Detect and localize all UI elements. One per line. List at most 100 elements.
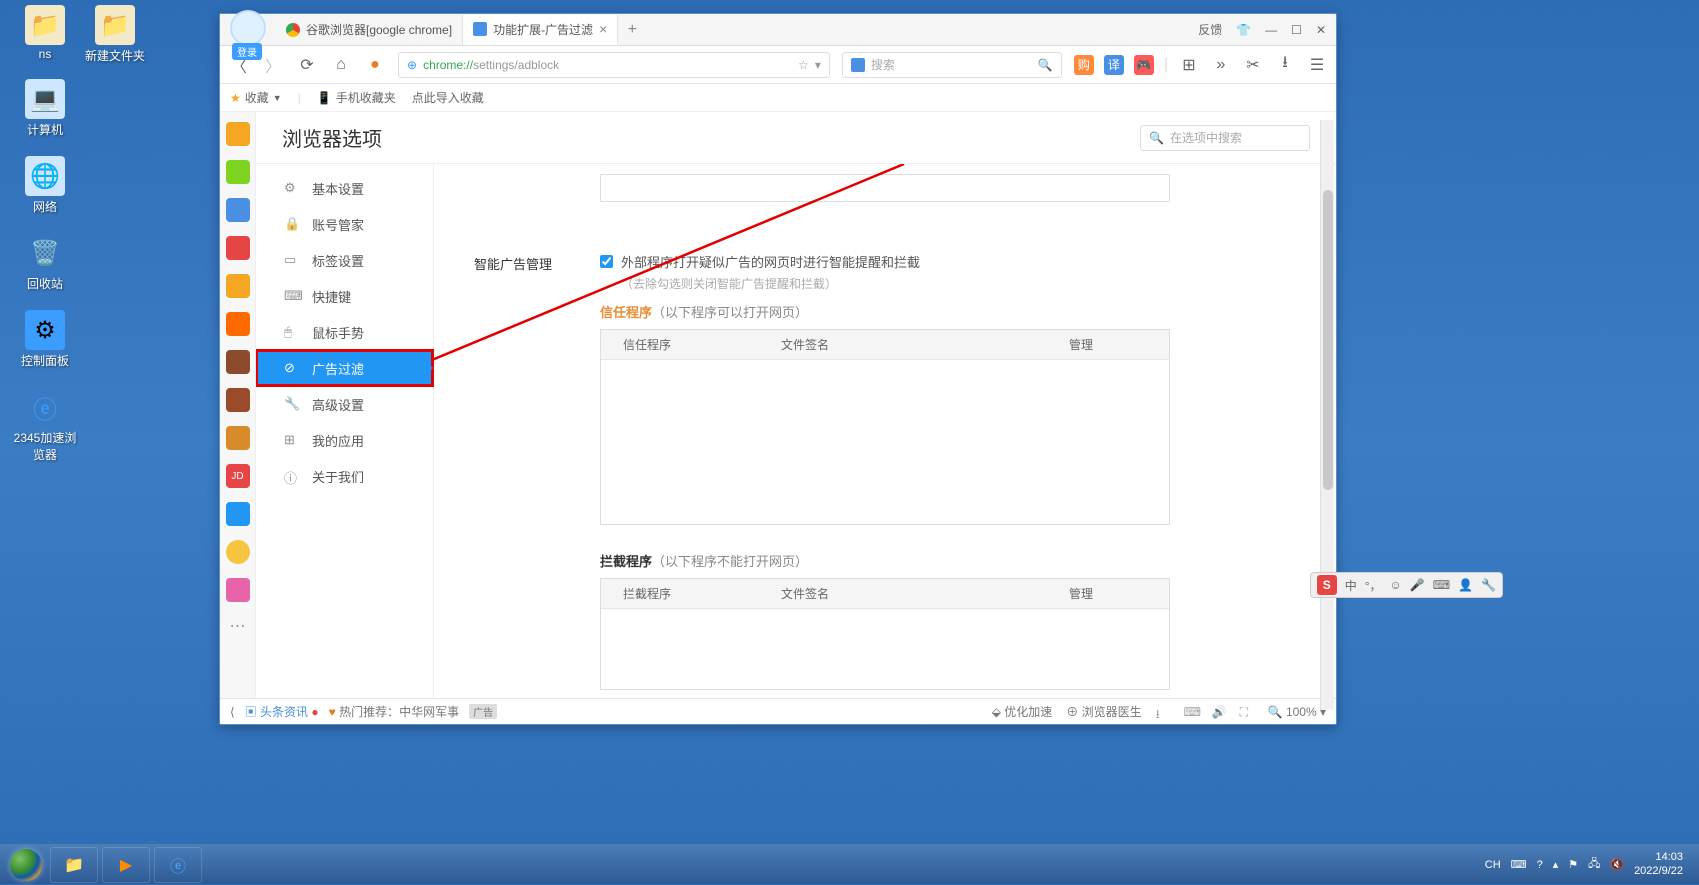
mobile-favorites[interactable]: 📱手机收藏夹 [317,89,396,106]
fullscreen-status-icon[interactable]: ⛶ [1240,705,1254,719]
empty-input-box[interactable] [600,174,1170,202]
home-button[interactable]: ⌂ [330,54,352,76]
address-bar[interactable]: ⊕ chrome://settings/adblock ☆ ▾ [398,52,830,78]
tray-lang[interactable]: CH [1485,859,1501,871]
search-box[interactable]: 搜索 🔍 [842,52,1062,78]
tab-chrome[interactable]: 谷歌浏览器[google chrome] [276,15,463,45]
close-tab-icon[interactable]: × [599,21,607,37]
optimize-button[interactable]: ⬙ 优化加速 [992,703,1053,720]
close-window-button[interactable]: ✕ [1316,23,1326,37]
feedback-link[interactable]: 反馈 [1198,21,1222,38]
nav-advanced-settings[interactable]: 🔧高级设置 [256,386,433,422]
desktop-icon-control-panel[interactable]: ⚙控制面板 [10,310,80,369]
sidebar-taobao-icon[interactable] [226,312,250,336]
nav-about[interactable]: ⓘ关于我们 [256,458,433,494]
vertical-scrollbar[interactable] [1320,120,1334,710]
sogou-logo-icon: S [1317,575,1337,595]
sidebar-toutiao-icon[interactable] [226,236,250,260]
skin-icon[interactable]: 👕 [1236,23,1251,37]
star-icon[interactable]: ☆ [798,58,809,72]
trust-programs-table: 信任程序 文件签名 管理 [600,329,1170,525]
settings-search-input[interactable]: 🔍 在选项中搜索 [1140,125,1310,151]
sidebar-game2-icon[interactable] [226,426,250,450]
download-status-icon[interactable]: ⭳ [1156,705,1170,719]
sidebar-clock-icon[interactable] [226,160,250,184]
taskbar-media-player[interactable]: ▶ [102,847,150,883]
game-icon[interactable]: 🎮 [1134,55,1154,75]
desktop-icon-network[interactable]: 🌐网络 [10,156,80,215]
menu-icon[interactable]: ☰ [1306,54,1328,76]
sound-status-icon[interactable]: 🔊 [1212,705,1226,719]
taskbar-explorer[interactable]: 📁 [50,847,98,883]
sidebar-weibo-icon[interactable] [226,274,250,298]
new-tab-button[interactable]: + [618,21,646,39]
ime-settings-icon[interactable]: 🔧 [1481,578,1496,592]
dropdown-icon[interactable]: ▾ [815,58,821,72]
tray-keyboard-icon[interactable]: ⌨ [1511,858,1527,871]
ime-mode[interactable]: 中 [1345,577,1357,594]
forward-button[interactable]: 〉 [262,54,284,76]
tray-flag-icon[interactable]: ⚑ [1568,858,1578,871]
desktop-icon-new-folder[interactable]: 📁新建文件夹 [80,5,150,64]
sidebar-app-icon[interactable] [226,388,250,412]
sidebar-game-icon[interactable] [226,350,250,374]
keyboard-status-icon[interactable]: ⌨ [1184,705,1198,719]
sidebar-doc-icon[interactable] [226,198,250,222]
tray-network-icon[interactable]: 🖧 [1588,855,1600,874]
ime-emoji-icon[interactable]: ☺ [1390,578,1402,592]
tray-up-icon[interactable]: ▴ [1553,858,1559,871]
start-button[interactable] [6,845,46,885]
shop-icon[interactable]: 购 [1074,55,1094,75]
ime-punct-icon[interactable]: °， [1365,577,1382,594]
taskbar-ie[interactable]: ⓔ [154,847,202,883]
news-button[interactable]: ▣ 头条资讯 ● [245,703,319,720]
sidebar-star-icon[interactable] [226,122,250,146]
download-icon[interactable]: ⭳ [1274,54,1296,76]
tab-adblock[interactable]: 功能扩展-广告过滤 × [463,15,618,45]
sidebar-jd-icon[interactable]: JD [226,464,250,488]
left-sidebar: JD ⋯ [220,112,256,698]
screenshot-icon[interactable]: ✂ [1242,54,1264,76]
search-engine-icon[interactable] [851,58,865,72]
sidebar-more-icon[interactable]: ⋯ [226,616,250,640]
maximize-button[interactable]: ☐ [1291,23,1302,37]
ime-user-icon[interactable]: 👤 [1458,578,1473,592]
tray-clock[interactable]: 14:03 2022/9/22 [1634,851,1683,877]
tray-help-icon[interactable]: ? [1537,859,1543,871]
favorites-button[interactable]: ★收藏▼ [230,89,282,106]
nav-shortcuts[interactable]: ⌨快捷键 [256,278,433,314]
apps-icon[interactable]: ⊞ [1178,54,1200,76]
ime-mic-icon[interactable]: 🎤 [1410,578,1425,592]
desktop-icon-computer[interactable]: 💻计算机 [10,79,80,138]
sidebar-blue-icon[interactable] [226,502,250,526]
nav-tab-settings[interactable]: ▭标签设置 [256,242,433,278]
collapse-icon[interactable]: ⟨ [230,705,235,719]
browser-doctor-button[interactable]: ⊕ 浏览器医生 [1066,703,1141,720]
desktop-icon-2345-browser[interactable]: ⓔ2345加速浏览器 [10,387,80,463]
desktop-icon-ns[interactable]: 📁ns [10,5,80,61]
import-favorites[interactable]: 点此导入收藏 [412,89,484,106]
more-icon[interactable]: » [1210,54,1232,76]
nav-adblock[interactable]: ⊘广告过滤 [256,350,433,386]
minimize-button[interactable]: — [1265,23,1277,37]
search-icon[interactable]: 🔍 [1038,58,1053,72]
nav-mouse-gestures[interactable]: 🖱鼠标手势 [256,314,433,350]
zoom-control[interactable]: 🔍 100% ▾ [1268,705,1326,719]
ime-keyboard-icon[interactable]: ⌨ [1433,578,1450,592]
stop-button[interactable]: ● [364,54,386,76]
desktop-icon-recycle[interactable]: 🗑️回收站 [10,233,80,292]
nav-my-apps[interactable]: ⊞我的应用 [256,422,433,458]
hot-recommend[interactable]: ♥ 热门推荐：中华网军事 [329,703,459,720]
tray-volume-icon[interactable]: 🔇 [1610,858,1624,871]
login-avatar[interactable]: 登录 [220,8,276,52]
nav-basic-settings[interactable]: ⚙基本设置 [256,170,433,206]
translate-icon[interactable]: 译 [1104,55,1124,75]
sidebar-orange-icon[interactable] [226,540,250,564]
sidebar-pink-icon[interactable] [226,578,250,602]
smart-ad-checkbox[interactable] [600,255,613,268]
reload-button[interactable]: ⟳ [296,54,318,76]
ime-toolbar[interactable]: S 中 °， ☺ 🎤 ⌨ 👤 🔧 [1310,572,1503,598]
nav-account-manager[interactable]: 🔒账号管家 [256,206,433,242]
site-info-icon[interactable]: ⊕ [407,58,417,72]
search-icon: 🔍 [1149,131,1164,145]
